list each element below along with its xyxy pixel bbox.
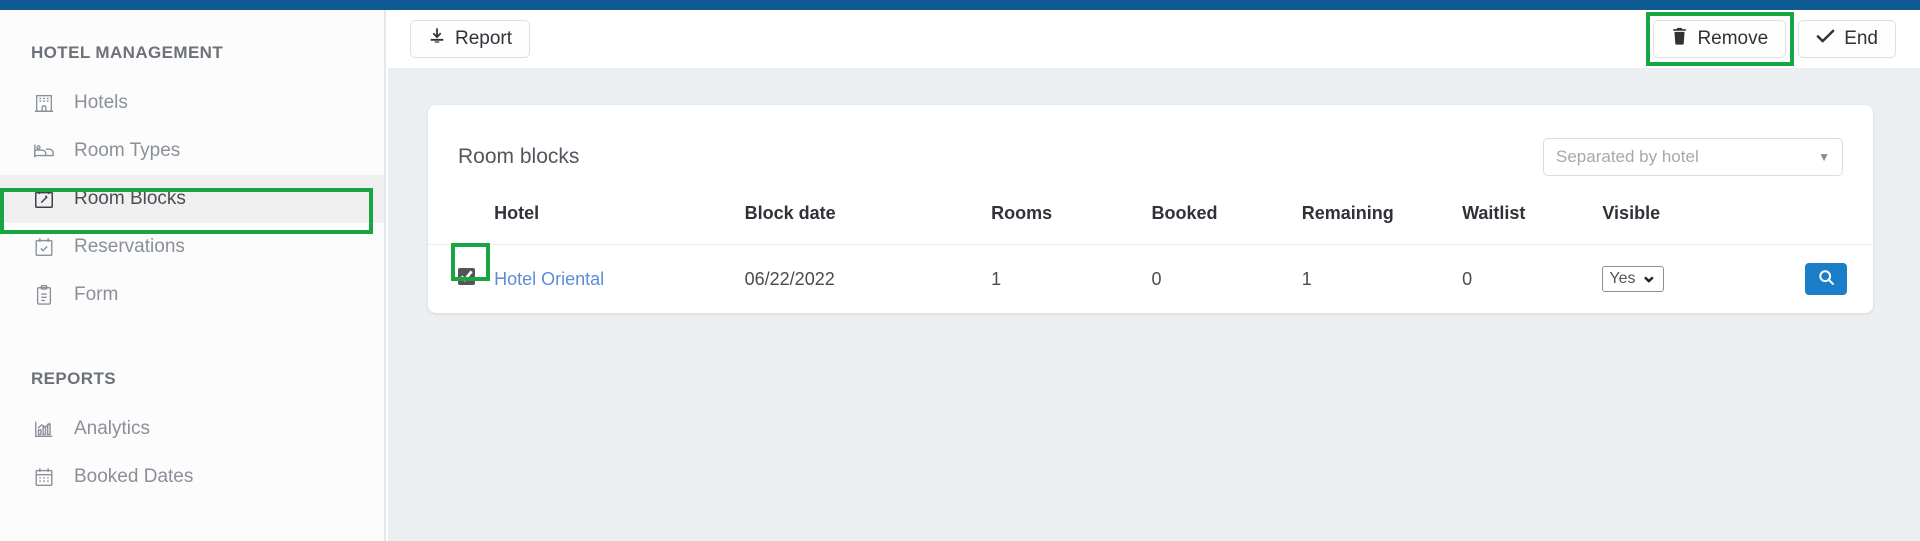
sidebar-item-room-types[interactable]: Room Types (0, 127, 384, 175)
column-header-actions (1773, 181, 1873, 245)
main-content: Report Remove End Room blocks Separated … (388, 10, 1920, 541)
calendar-grid-icon (31, 464, 57, 490)
cell-block-date: 06/22/2022 (744, 244, 992, 313)
top-accent-bar (0, 0, 1920, 10)
column-header-select (428, 181, 494, 245)
download-icon (428, 27, 446, 51)
report-button[interactable]: Report (410, 20, 531, 58)
end-button[interactable]: End (1798, 20, 1896, 58)
column-header-remaining: Remaining (1301, 203, 1394, 223)
hotel-link[interactable]: Hotel Oriental (494, 269, 604, 289)
remove-button[interactable]: Remove (1653, 20, 1787, 58)
grouping-select-wrapper: Separated by hotel ▼ (1543, 138, 1843, 176)
cell-waitlist: 0 (1462, 244, 1603, 313)
column-header-rooms: Rooms (991, 203, 1053, 223)
sidebar-item-label: Hotels (74, 92, 128, 113)
grouping-select-value: Separated by hotel (1556, 147, 1699, 166)
room-blocks-card: Room blocks Separated by hotel ▼ Hotel B… (428, 105, 1873, 313)
trash-icon (1671, 27, 1688, 51)
sidebar-item-label: Analytics (74, 418, 151, 439)
column-header-hotel: Hotel (494, 203, 540, 223)
sidebar-nav-reports: Analytics Booked Dates (0, 405, 384, 501)
cell-visible: Yes ⌄ (1602, 244, 1773, 313)
calendar-edit-icon (31, 186, 57, 212)
action-toolbar: Report Remove End (388, 10, 1920, 68)
grouping-select[interactable]: Separated by hotel ▼ (1543, 138, 1843, 176)
chevron-down-icon: ▼ (1818, 150, 1830, 164)
sidebar-nav-hotel-management: Hotels Room Types Room Blocks Reservatio… (0, 79, 384, 319)
table-head: Hotel Block date Rooms Booked Remaining … (428, 181, 1873, 245)
app-root: HOTEL MANAGEMENT Hotels Room Types Room … (0, 0, 1920, 541)
sidebar-item-label: Room Types (74, 140, 181, 161)
cell-hotel: Hotel Oriental (494, 244, 745, 313)
sidebar-item-label: Form (74, 284, 119, 305)
sidebar-item-label: Room Blocks (74, 188, 186, 209)
sidebar: HOTEL MANAGEMENT Hotels Room Types Room … (0, 10, 386, 541)
search-icon (1818, 269, 1835, 289)
room-blocks-table: Hotel Block date Rooms Booked Remaining … (428, 181, 1873, 313)
view-details-button[interactable] (1805, 263, 1847, 295)
sidebar-item-analytics[interactable]: Analytics (0, 405, 384, 453)
bed-icon (31, 138, 57, 164)
cell-actions (1772, 244, 1873, 313)
table-body: Hotel Oriental 06/22/2022 1 0 1 0 Yes ⌄ (428, 243, 1873, 313)
column-header-waitlist: Waitlist (1462, 203, 1526, 223)
hotel-building-icon (31, 90, 57, 116)
cell-remaining: 1 (1301, 244, 1463, 313)
check-icon (1816, 28, 1835, 50)
table-header-row: Hotel Block date Rooms Booked Remaining … (428, 181, 1873, 245)
sidebar-item-room-blocks[interactable]: Room Blocks (0, 175, 384, 223)
card-header: Room blocks Separated by hotel ▼ (428, 105, 1873, 181)
calendar-check-icon (31, 234, 57, 260)
row-select-checkbox[interactable] (458, 268, 475, 285)
end-button-label: End (1844, 28, 1878, 49)
sidebar-group-title-reports: REPORTS (31, 369, 116, 388)
sidebar-item-label: Reservations (74, 236, 185, 257)
sidebar-item-form[interactable]: Form (0, 271, 384, 319)
visible-select[interactable]: Yes ⌄ (1602, 266, 1665, 292)
sidebar-item-reservations[interactable]: Reservations (0, 223, 384, 271)
column-header-visible: Visible (1602, 203, 1661, 223)
card-title: Room blocks (458, 145, 580, 168)
table-row: Hotel Oriental 06/22/2022 1 0 1 0 Yes ⌄ (428, 243, 1873, 313)
report-button-label: Report (455, 28, 513, 49)
cell-booked: 0 (1151, 244, 1302, 313)
sidebar-group-title-hotel-management: HOTEL MANAGEMENT (31, 43, 224, 62)
sidebar-item-label: Booked Dates (74, 466, 194, 487)
sidebar-item-hotels[interactable]: Hotels (0, 79, 384, 127)
cell-select (428, 243, 495, 313)
cell-rooms: 1 (991, 244, 1152, 313)
sidebar-item-booked-dates[interactable]: Booked Dates (0, 453, 384, 501)
visible-select-value: Yes (1609, 270, 1636, 287)
bar-chart-icon (31, 416, 57, 442)
toolbar-right-group: Remove End (1646, 12, 1896, 66)
column-header-block-date: Block date (744, 203, 836, 223)
clipboard-list-icon (31, 282, 57, 308)
column-header-booked: Booked (1151, 203, 1218, 223)
remove-button-label: Remove (1697, 28, 1769, 49)
